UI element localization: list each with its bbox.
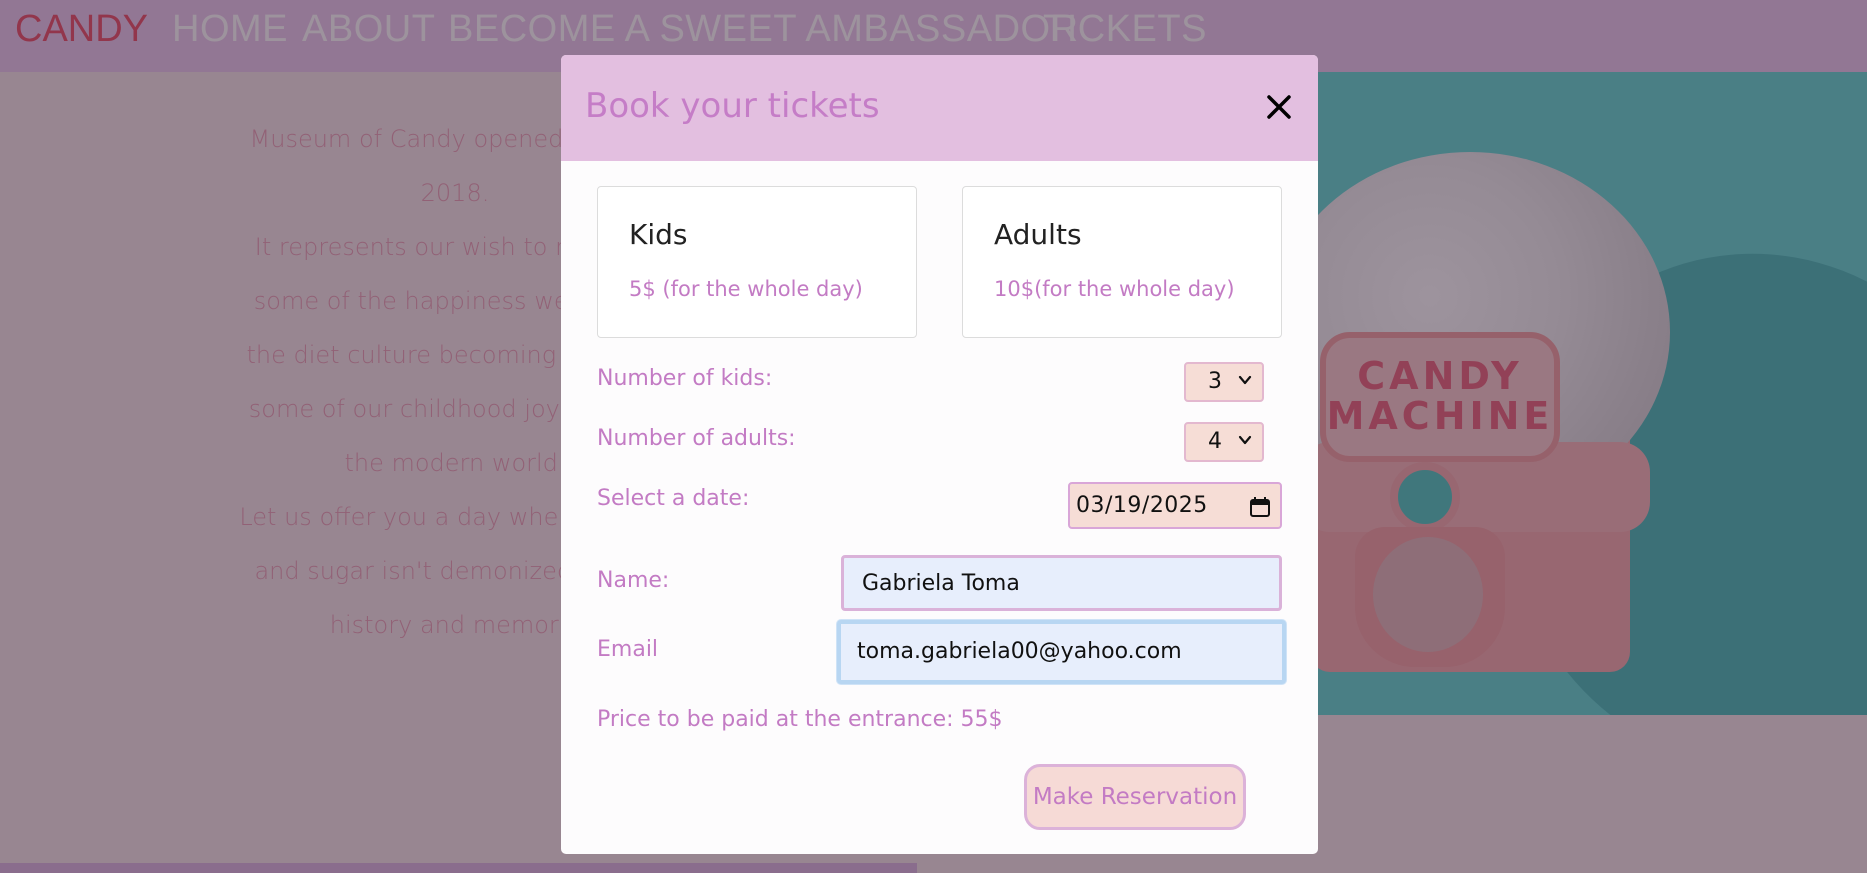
price-summary: Price to be paid at the entrance: 55$ (597, 707, 1003, 732)
date-value: 03/19/2025 (1076, 493, 1208, 518)
adults-card-price: 10$(for the whole day) (994, 277, 1235, 301)
email-input-value: toma.gabriela00@yahoo.com (857, 639, 1182, 664)
adults-count-select[interactable]: 4 (1184, 422, 1264, 462)
adults-card-title: Adults (994, 218, 1082, 251)
name-input-value: Gabriela Toma (862, 571, 1020, 596)
close-icon[interactable] (1265, 93, 1293, 121)
modal-title: Book your tickets (585, 86, 880, 126)
name-input[interactable]: Gabriela Toma (841, 555, 1282, 611)
kids-count-value: 3 (1208, 369, 1222, 394)
calendar-icon[interactable] (1248, 495, 1272, 519)
kids-count-label: Number of kids: (597, 366, 773, 391)
modal-header: Book your tickets (561, 55, 1318, 161)
chevron-down-icon (1238, 435, 1252, 445)
make-reservation-button[interactable]: Make Reservation (1024, 764, 1246, 830)
booking-modal: Book your tickets Kids 5$ (for the whole… (561, 55, 1318, 854)
kids-count-select[interactable]: 3 (1184, 362, 1264, 402)
name-label: Name: (597, 568, 670, 593)
adults-count-value: 4 (1208, 429, 1222, 454)
date-label: Select a date: (597, 486, 750, 511)
email-input[interactable]: toma.gabriela00@yahoo.com (837, 620, 1286, 684)
kids-card-title: Kids (629, 218, 688, 251)
kids-ticket-card: Kids 5$ (for the whole day) (597, 186, 917, 338)
kids-card-price: 5$ (for the whole day) (629, 277, 863, 301)
adults-count-label: Number of adults: (597, 426, 796, 451)
adults-ticket-card: Adults 10$(for the whole day) (962, 186, 1282, 338)
date-input[interactable]: 03/19/2025 (1068, 482, 1282, 529)
email-label: Email (597, 637, 659, 662)
chevron-down-icon (1238, 375, 1252, 385)
